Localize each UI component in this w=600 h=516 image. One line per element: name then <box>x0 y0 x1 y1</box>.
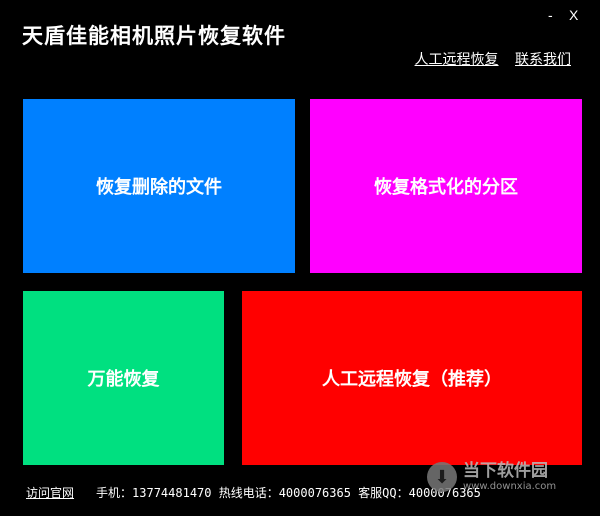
visit-website-link[interactable]: 访问官网 <box>26 486 74 500</box>
app-title: 天盾佳能相机照片恢复软件 <box>22 23 286 48</box>
minimize-button[interactable]: - <box>548 7 553 23</box>
download-arrow-icon: ⬇ <box>427 462 457 492</box>
watermark-url: www.downxia.com <box>463 480 557 492</box>
recover-formatted-partition-tile[interactable]: 恢复格式化的分区 <box>310 99 582 273</box>
tile-label: 人工远程恢复（推荐） <box>322 369 502 390</box>
remote-recovery-tile[interactable]: 人工远程恢复（推荐） <box>242 291 582 465</box>
tile-label: 恢复删除的文件 <box>96 177 222 198</box>
tile-label: 万能恢复 <box>87 369 160 390</box>
tile-label: 恢复格式化的分区 <box>374 177 518 198</box>
contact-info: 手机：13774481470 热线电话：4000076365 客服QQ：4000… <box>96 486 481 500</box>
footer: 访问官网 手机：13774481470 热线电话：4000076365 客服QQ：… <box>26 484 481 501</box>
remote-recovery-link[interactable]: 人工远程恢复 <box>415 52 499 68</box>
watermark-name: 当下软件园 <box>463 460 548 481</box>
watermark: ⬇ 当下软件园 www.downxia.com <box>427 462 556 492</box>
recover-deleted-files-tile[interactable]: 恢复删除的文件 <box>23 99 295 273</box>
header-links: 人工远程恢复 联系我们 <box>403 49 571 69</box>
universal-recovery-tile[interactable]: 万能恢复 <box>23 291 224 465</box>
close-button[interactable]: X <box>569 7 578 23</box>
contact-us-link[interactable]: 联系我们 <box>515 52 571 68</box>
